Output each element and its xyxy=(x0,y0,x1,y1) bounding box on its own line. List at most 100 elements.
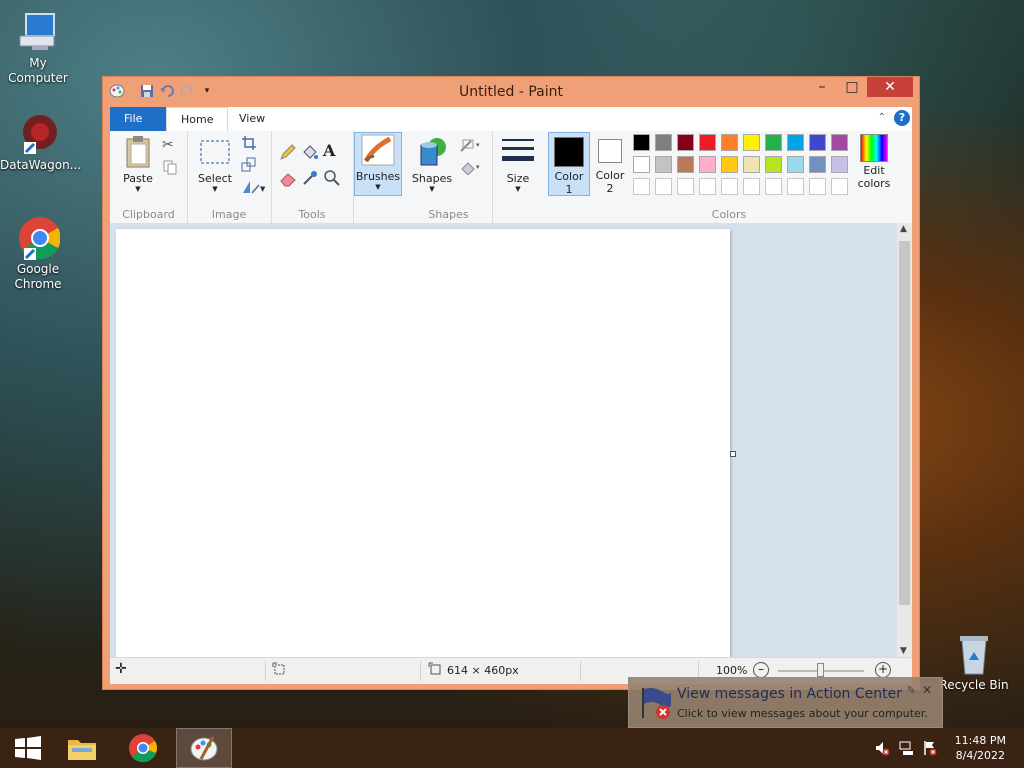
palette-swatch[interactable] xyxy=(809,178,826,195)
zoom-in-button[interactable]: + xyxy=(875,662,891,678)
desktop-icon-google-chrome[interactable]: Google Chrome xyxy=(0,216,76,292)
scroll-up-icon[interactable]: ▲ xyxy=(900,224,907,234)
palette-swatch[interactable] xyxy=(787,134,804,151)
volume-muted-icon[interactable] xyxy=(874,740,890,756)
desktop-icon-my-computer[interactable]: My Computer xyxy=(0,10,76,86)
palette-swatch[interactable] xyxy=(699,178,716,195)
taskbar-paint[interactable] xyxy=(176,728,232,768)
palette-swatch[interactable] xyxy=(743,178,760,195)
scroll-thumb[interactable] xyxy=(899,241,910,605)
eraser-icon[interactable] xyxy=(279,169,297,187)
palette-swatch[interactable] xyxy=(677,178,694,195)
canvas-resize-handle[interactable] xyxy=(730,451,736,457)
copy-icon[interactable] xyxy=(162,159,180,177)
title-bar[interactable]: ▾ Untitled - Paint – □ ✕ xyxy=(103,77,919,107)
fill-style-icon[interactable]: ▾ xyxy=(459,159,485,177)
palette-swatch[interactable] xyxy=(699,156,716,173)
desktop-icon-label: My Computer xyxy=(8,56,68,85)
chrome-icon xyxy=(16,216,61,260)
edit-colors-button[interactable]: Edit colors xyxy=(854,132,894,190)
palette-swatch[interactable] xyxy=(831,156,848,173)
palette-swatch[interactable] xyxy=(787,178,804,195)
cut-icon[interactable]: ✂ xyxy=(162,137,180,155)
color1-button[interactable]: Color 1 xyxy=(548,132,590,196)
start-button[interactable] xyxy=(0,728,56,768)
window-title: Untitled - Paint xyxy=(459,84,563,100)
group-label-clipboard: Clipboard xyxy=(122,208,175,221)
color-picker-icon[interactable] xyxy=(301,169,319,187)
pencil-icon[interactable] xyxy=(279,143,297,161)
group-brushes: Brushes ▼ xyxy=(353,131,405,223)
paste-button[interactable]: Paste ▼ xyxy=(114,135,162,193)
palette-swatch[interactable] xyxy=(677,134,694,151)
network-icon[interactable] xyxy=(898,740,914,756)
taskbar-file-explorer[interactable] xyxy=(54,728,110,768)
drawing-canvas[interactable] xyxy=(116,229,730,657)
taskbar-chrome[interactable] xyxy=(115,728,171,768)
palette-swatch[interactable] xyxy=(809,134,826,151)
palette-swatch[interactable] xyxy=(765,178,782,195)
text-icon[interactable]: A xyxy=(323,141,341,160)
palette-swatch[interactable] xyxy=(633,178,650,195)
palette-swatch[interactable] xyxy=(677,156,694,173)
palette-swatch[interactable] xyxy=(655,134,672,151)
palette-swatch[interactable] xyxy=(809,156,826,173)
taskbar: 11:48 PM 8/4/2022 xyxy=(0,728,1024,768)
palette-swatch[interactable] xyxy=(787,156,804,173)
palette-swatch[interactable] xyxy=(655,178,672,195)
palette-swatch[interactable] xyxy=(721,156,738,173)
crop-icon[interactable] xyxy=(241,135,259,153)
tab-view[interactable]: View xyxy=(225,107,279,131)
shapes-button[interactable]: Shapes ▼ xyxy=(411,135,453,193)
fill-icon[interactable] xyxy=(301,143,319,161)
palette-swatch[interactable] xyxy=(743,156,760,173)
notification-close-icon[interactable]: ✕ xyxy=(922,683,932,697)
color2-label: Color xyxy=(595,169,625,182)
select-label: Select xyxy=(198,172,232,185)
desktop-icon-recycle-bin[interactable]: Recycle Bin xyxy=(936,632,1012,693)
palette-swatch[interactable] xyxy=(743,134,760,151)
outline-icon[interactable]: ▾ xyxy=(459,137,485,155)
help-icon[interactable]: ? xyxy=(894,110,910,126)
magnifier-icon[interactable] xyxy=(323,169,341,187)
color2-button[interactable]: Color 2 xyxy=(592,132,628,195)
zoom-out-button[interactable]: – xyxy=(753,662,769,678)
desktop-icon-datawagon[interactable]: DataWagon... xyxy=(0,112,81,173)
palette-swatch[interactable] xyxy=(831,178,848,195)
scroll-down-icon[interactable]: ▼ xyxy=(900,646,907,656)
group-label-tools: Tools xyxy=(298,208,326,221)
palette-swatch[interactable] xyxy=(721,134,738,151)
shapes-icon xyxy=(420,138,446,166)
palette-swatch[interactable] xyxy=(765,156,782,173)
resize-icon[interactable] xyxy=(241,157,259,175)
select-button[interactable]: Select ▼ xyxy=(193,135,237,193)
rotate-icon[interactable]: ▼ xyxy=(241,179,269,197)
size-icon xyxy=(502,139,534,161)
tab-home[interactable]: Home xyxy=(166,107,229,131)
palette-swatch[interactable] xyxy=(721,178,738,195)
zoom-slider-thumb[interactable] xyxy=(817,663,824,677)
palette-swatch[interactable] xyxy=(831,134,848,151)
zoom-level: 100% xyxy=(716,664,748,677)
collapse-ribbon-icon[interactable]: ⌃ xyxy=(878,112,886,123)
group-clipboard: Paste ▼ ✂ Clipboard xyxy=(110,131,188,223)
palette-swatch[interactable] xyxy=(633,134,650,151)
palette-swatch[interactable] xyxy=(765,134,782,151)
taskbar-clock[interactable]: 11:48 PM 8/4/2022 xyxy=(955,733,1006,763)
palette-swatch[interactable] xyxy=(655,156,672,173)
palette-swatch[interactable] xyxy=(699,134,716,151)
action-center-icon[interactable] xyxy=(922,740,938,756)
svg-text:▼: ▼ xyxy=(260,185,266,193)
notification-settings-icon[interactable]: ✎ xyxy=(907,684,916,697)
palette-swatch[interactable] xyxy=(633,156,650,173)
cursor-position-icon: ✛ xyxy=(115,661,127,677)
action-center-notification[interactable]: View messages in Action Center Click to … xyxy=(628,677,943,728)
tab-file[interactable]: File xyxy=(110,107,166,131)
vertical-scrollbar[interactable]: ▲ ▼ xyxy=(897,223,912,657)
desktop-icon-label: Recycle Bin xyxy=(939,678,1009,692)
brushes-button[interactable]: Brushes ▼ xyxy=(354,132,402,196)
size-button[interactable]: Size ▼ xyxy=(498,135,538,193)
close-button[interactable]: ✕ xyxy=(867,77,913,97)
maximize-button[interactable]: □ xyxy=(837,77,867,97)
minimize-button[interactable]: – xyxy=(807,77,837,97)
